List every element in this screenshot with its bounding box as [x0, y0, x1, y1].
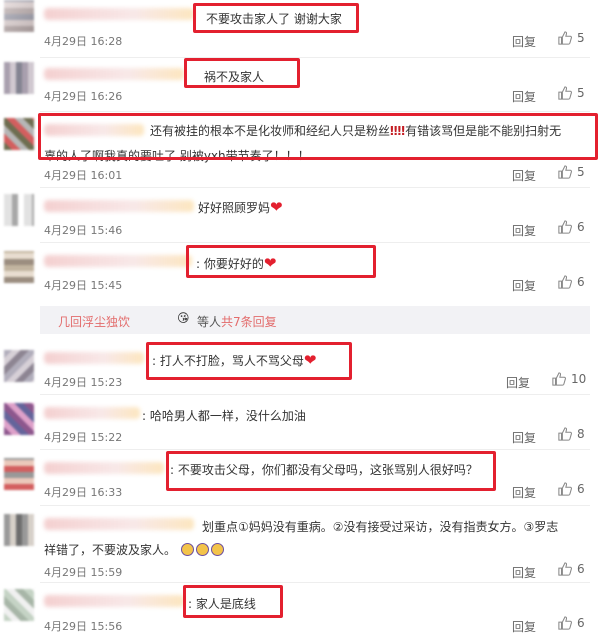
reply-button[interactable]: 回复: [512, 564, 536, 581]
thumbs-up-icon: [552, 372, 566, 386]
avatar[interactable]: [4, 118, 34, 150]
thumbs-up-icon: [558, 562, 572, 576]
reply-button[interactable]: 回复: [512, 484, 536, 501]
avatar[interactable]: [4, 458, 34, 490]
reply-button[interactable]: 回复: [512, 618, 536, 635]
divider: [40, 242, 590, 243]
avatar[interactable]: [4, 403, 34, 435]
divider: [40, 449, 590, 450]
comment-text-line2: 祥错了，不要波及家人。: [44, 541, 225, 558]
timestamp: 4月29日 15:23: [44, 376, 123, 389]
thumbs-up-icon: [558, 165, 572, 179]
username-blurred[interactable]: [44, 518, 194, 530]
avatar[interactable]: [4, 251, 34, 283]
timestamp: 4月29日 16:26: [44, 90, 123, 103]
highlight-box: [186, 245, 376, 278]
like-count: 6: [577, 482, 585, 496]
reply-button[interactable]: 回复: [512, 277, 536, 294]
timestamp: 4月29日 15:59: [44, 566, 123, 579]
avatar[interactable]: [4, 194, 34, 226]
thumbs-up-icon: [558, 482, 572, 496]
username-blurred[interactable]: [44, 595, 184, 607]
view-all-replies-link[interactable]: 共7条回复: [221, 313, 277, 330]
highlight-box: [38, 113, 598, 160]
sub-replies-bar: 几回浮尘独饮 😘 等人 共7条回复: [40, 306, 590, 334]
reply-button[interactable]: 回复: [512, 88, 536, 105]
thumbs-up-icon: [558, 31, 572, 45]
timestamp: 4月29日 15:56: [44, 620, 123, 633]
like-count: 6: [577, 616, 585, 630]
avatar[interactable]: [4, 0, 34, 32]
reply-button[interactable]: 回复: [512, 167, 536, 184]
like-count: 5: [577, 31, 585, 45]
avatar[interactable]: [4, 589, 34, 621]
comment-text: : 哈哈男人都一样，没什么加油: [142, 409, 306, 423]
reply-button[interactable]: 回复: [506, 374, 530, 391]
timestamp: 4月29日 15:46: [44, 224, 123, 237]
like-button[interactable]: 6: [558, 482, 585, 496]
username-blurred[interactable]: [44, 8, 194, 20]
others-label: 等人: [197, 315, 222, 329]
username-blurred[interactable]: [44, 200, 194, 212]
reply-button[interactable]: 回复: [512, 33, 536, 50]
like-count: 6: [577, 562, 585, 576]
thumbs-up-icon: [558, 86, 572, 100]
thumbs-up-icon: [558, 427, 572, 441]
like-button[interactable]: 6: [558, 562, 585, 576]
avatar[interactable]: [4, 350, 34, 382]
comment-text: 好好照顾罗妈❤: [198, 198, 283, 216]
thumbs-up-icon: [558, 616, 572, 630]
heart-icon: ❤: [270, 198, 283, 216]
like-count: 5: [577, 86, 585, 100]
like-button[interactable]: 5: [558, 86, 585, 100]
divider: [40, 57, 590, 58]
avatar[interactable]: [4, 514, 34, 546]
divider: [40, 394, 590, 395]
like-button[interactable]: 6: [558, 616, 585, 630]
like-button[interactable]: 6: [558, 220, 585, 234]
username-blurred[interactable]: [44, 407, 140, 419]
username-blurred[interactable]: [44, 462, 164, 474]
like-button[interactable]: 6: [558, 275, 585, 289]
reply-button[interactable]: 回复: [512, 222, 536, 239]
thumbs-up-icon: [558, 220, 572, 234]
like-count: 10: [571, 372, 587, 386]
divider: [40, 187, 590, 188]
like-button[interactable]: 10: [552, 372, 586, 386]
like-count: 6: [577, 220, 585, 234]
like-button[interactable]: 8: [558, 427, 585, 441]
highlight-box: [146, 342, 352, 380]
username-blurred[interactable]: [44, 68, 184, 80]
like-button[interactable]: 5: [558, 31, 585, 45]
avatar[interactable]: [4, 62, 34, 94]
thumbs-up-icon: [558, 275, 572, 289]
comment-text-line1: 划重点①妈妈没有重病。②没有接受过采访，没有指责女方。③罗志: [202, 520, 559, 534]
reply-button[interactable]: 回复: [512, 429, 536, 446]
username-blurred[interactable]: [44, 352, 144, 364]
like-count: 6: [577, 275, 585, 289]
kiss-emoji-icon: 😘: [177, 311, 190, 325]
divider: [40, 582, 590, 583]
highlight-box: [193, 3, 359, 33]
highlight-box: [184, 58, 300, 88]
like-button[interactable]: 5: [558, 165, 585, 179]
divider: [40, 111, 590, 112]
timestamp: 4月29日 16:33: [44, 486, 123, 499]
like-count: 8: [577, 427, 585, 441]
timestamp: 4月29日 15:45: [44, 279, 123, 292]
timestamp: 4月29日 16:01: [44, 169, 123, 182]
highlight-box: [183, 585, 283, 618]
like-count: 5: [577, 165, 585, 179]
timestamp: 4月29日 15:22: [44, 431, 123, 444]
divider: [40, 505, 590, 506]
username-blurred[interactable]: [44, 255, 192, 267]
reply-user-link[interactable]: 几回浮尘独饮: [58, 313, 130, 330]
emoji-icon: [195, 543, 209, 556]
timestamp: 4月29日 16:28: [44, 35, 123, 48]
highlight-box: [166, 451, 496, 491]
emoji-icon: [210, 543, 224, 556]
emoji-icon: [180, 543, 194, 556]
